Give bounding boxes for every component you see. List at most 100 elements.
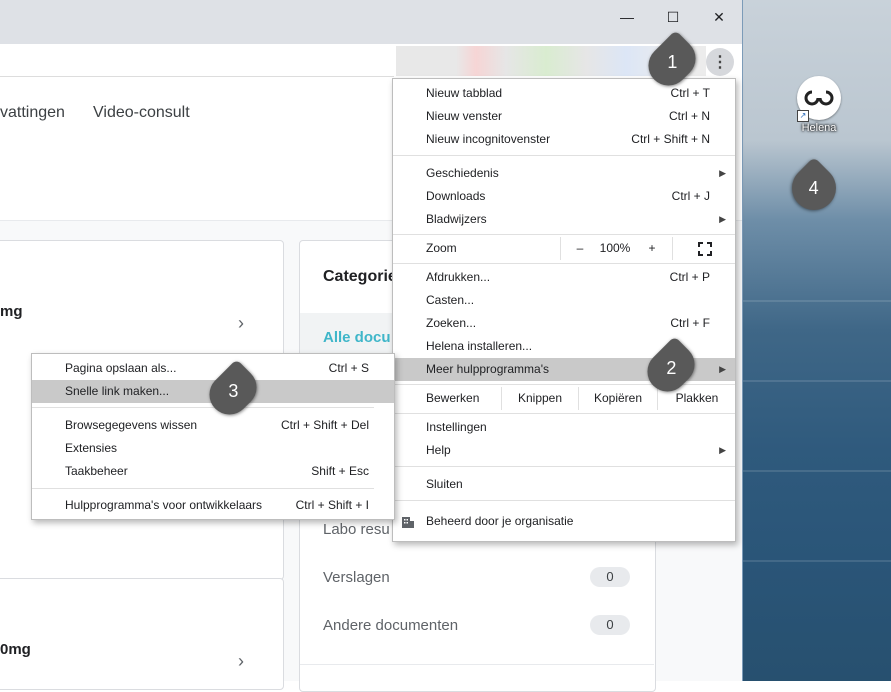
zoom-in-button[interactable]: + xyxy=(633,237,671,260)
menu-label: Nieuw tabblad xyxy=(426,86,503,100)
menu-label: Meer hulpprogramma's xyxy=(426,362,550,376)
menu-label: Beheerd door je organisatie xyxy=(426,514,574,528)
menu-label: Sluiten xyxy=(426,477,463,491)
menu-label: Taakbeheer xyxy=(65,464,128,478)
building-icon xyxy=(401,510,415,537)
menu-label: Nieuw incognitovenster xyxy=(426,132,551,146)
menu-settings[interactable]: Instellingen xyxy=(393,416,735,439)
menu-clear-browsing-data[interactable]: Browsegegevens wissen Ctrl + Shift + Del xyxy=(32,414,394,437)
menu-history[interactable]: Geschiedenis ▶ xyxy=(393,162,735,185)
copy-button[interactable]: Kopiëren xyxy=(578,387,657,410)
categories-title: Categorie xyxy=(323,268,397,285)
submenu-arrow-icon: ▶ xyxy=(719,214,726,224)
callout-number: 2 xyxy=(665,357,677,378)
menu-print[interactable]: Afdrukken... Ctrl + P xyxy=(393,266,735,289)
menu-shortcut: Ctrl + F xyxy=(670,316,710,330)
menu-separator xyxy=(32,488,374,489)
chevron-right-icon[interactable]: › xyxy=(238,651,244,672)
edit-label: Bewerken xyxy=(426,391,480,405)
menu-label: Downloads xyxy=(426,189,486,203)
card-title: mg xyxy=(0,303,23,320)
menu-shortcut: Ctrl + P xyxy=(669,270,710,284)
menu-separator xyxy=(393,263,735,264)
menu-shortcut: Shift + Esc xyxy=(311,464,369,478)
menu-label: Geschiedenis xyxy=(426,166,499,180)
menu-label: Casten... xyxy=(426,293,475,307)
menu-exit[interactable]: Sluiten xyxy=(393,473,735,496)
submenu-arrow-icon: ▶ xyxy=(719,364,726,374)
menu-extensions[interactable]: Extensies xyxy=(32,437,394,460)
category-other-documents[interactable]: Andere documenten xyxy=(323,617,458,634)
menu-label: Zoeken... xyxy=(426,316,477,330)
menu-bookmarks[interactable]: Bladwijzers ▶ xyxy=(393,208,735,231)
menu-save-page[interactable]: Pagina opslaan als... Ctrl + S xyxy=(32,357,394,380)
menu-shortcut: Ctrl + S xyxy=(328,361,369,375)
menu-separator xyxy=(393,500,735,501)
menu-label: Browsegegevens wissen xyxy=(65,418,198,432)
shortcut-label: Helena xyxy=(801,122,837,134)
zoom-level: 100% xyxy=(599,241,631,255)
menu-separator xyxy=(393,234,735,235)
chrome-main-menu: Nieuw tabblad Ctrl + T Nieuw venster Ctr… xyxy=(392,78,736,542)
callout-number: 4 xyxy=(808,177,820,198)
menu-new-window[interactable]: Nieuw venster Ctrl + N xyxy=(393,105,735,128)
menu-downloads[interactable]: Downloads Ctrl + J xyxy=(393,185,735,208)
menu-shortcut: Ctrl + T xyxy=(670,86,710,100)
menu-separator xyxy=(393,384,735,385)
menu-shortcut: Ctrl + Shift + N xyxy=(631,132,710,146)
menu-help[interactable]: Help ▶ xyxy=(393,439,735,462)
other-documents-count-badge: 0 xyxy=(590,615,630,635)
close-icon[interactable]: ✕ xyxy=(696,6,742,28)
medication-card xyxy=(0,578,284,690)
zoom-label: Zoom xyxy=(426,241,457,255)
more-tools-submenu: Pagina opslaan als... Ctrl + S Snelle li… xyxy=(31,353,395,520)
menu-label: Snelle link maken... xyxy=(65,384,170,398)
tab-video-consult[interactable]: Video-consult xyxy=(93,104,190,122)
menu-cast[interactable]: Casten... xyxy=(393,289,735,312)
more-menu-icon[interactable]: ⋮ xyxy=(706,48,734,76)
category-all-documents[interactable]: Alle docu xyxy=(323,329,391,346)
title-bar: — ☐ ✕ xyxy=(0,0,742,44)
minimize-icon[interactable]: — xyxy=(604,6,650,28)
address-bar[interactable] xyxy=(0,46,394,77)
fullscreen-icon[interactable] xyxy=(672,237,736,260)
menu-edit-row: Bewerken Knippen Kopiëren Plakken xyxy=(393,387,735,410)
reports-count-badge: 0 xyxy=(590,567,630,587)
menu-developer-tools[interactable]: Hulpprogramma's voor ontwikkelaars Ctrl … xyxy=(32,494,394,517)
category-lab-results[interactable]: Labo resu xyxy=(323,521,390,538)
menu-label: Help xyxy=(426,443,451,457)
desktop-shortcut-helena[interactable]: ↗ Helena xyxy=(793,76,845,134)
menu-new-incognito-window[interactable]: Nieuw incognitovenster Ctrl + Shift + N xyxy=(393,128,735,151)
cut-button[interactable]: Knippen xyxy=(501,387,578,410)
menu-label: Pagina opslaan als... xyxy=(65,361,177,375)
menu-shortcut: Ctrl + Shift + I xyxy=(295,498,369,512)
submenu-arrow-icon: ▶ xyxy=(719,445,726,455)
menu-label: Instellingen xyxy=(426,420,487,434)
menu-label: Helena installeren... xyxy=(426,339,533,353)
chevron-right-icon[interactable]: › xyxy=(238,313,244,334)
menu-separator xyxy=(393,466,735,467)
menu-new-tab[interactable]: Nieuw tabblad Ctrl + T xyxy=(393,82,735,105)
menu-shortcut: Ctrl + N xyxy=(668,109,710,123)
menu-label: Extensies xyxy=(65,441,118,455)
menu-managed-by-organization[interactable]: Beheerd door je organisatie xyxy=(393,510,735,533)
menu-label: Hulpprogramma's voor ontwikkelaars xyxy=(65,498,263,512)
callout-number: 1 xyxy=(666,51,678,72)
menu-shortcut: Ctrl + J xyxy=(671,189,710,203)
submenu-arrow-icon: ▶ xyxy=(719,168,726,178)
zoom-out-button[interactable]: – xyxy=(560,237,599,260)
menu-label: Nieuw venster xyxy=(426,109,503,123)
menu-separator xyxy=(393,155,735,156)
tab-vattingen[interactable]: vattingen xyxy=(0,104,65,122)
divider xyxy=(300,664,654,665)
menu-label: Bladwijzers xyxy=(426,212,487,226)
menu-separator xyxy=(393,413,735,414)
category-reports[interactable]: Verslagen xyxy=(323,569,390,586)
callout-number: 3 xyxy=(227,380,239,401)
menu-find[interactable]: Zoeken... Ctrl + F xyxy=(393,312,735,335)
menu-zoom-row: Zoom – 100% + xyxy=(393,237,735,260)
shortcut-arrow-icon: ↗ xyxy=(797,110,809,122)
card-title: 0mg xyxy=(0,641,31,658)
menu-task-manager[interactable]: Taakbeheer Shift + Esc xyxy=(32,460,394,483)
maximize-icon[interactable]: ☐ xyxy=(650,6,696,28)
